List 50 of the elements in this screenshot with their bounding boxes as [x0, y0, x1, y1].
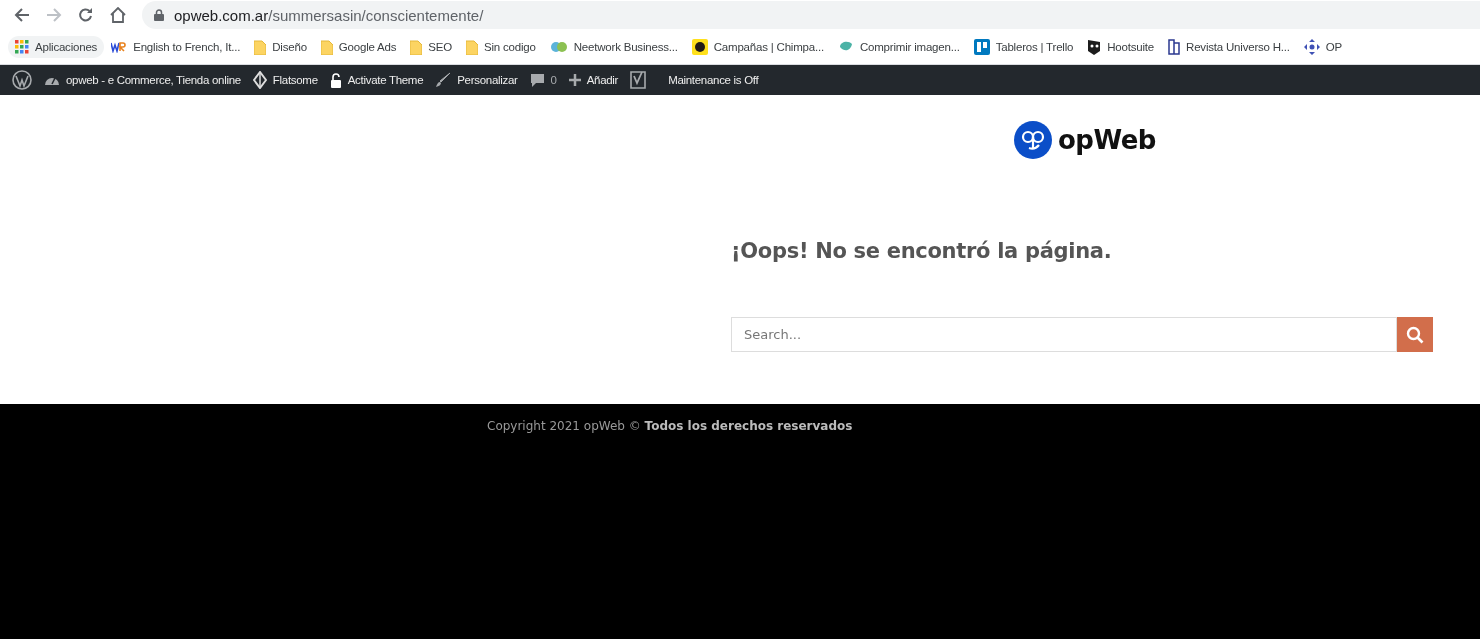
folder-icon — [254, 39, 267, 55]
bookmark[interactable]: Comprimir imagen... — [830, 35, 967, 59]
comment-icon — [529, 72, 545, 88]
bookmark[interactable]: Tableros | Trello — [966, 35, 1081, 59]
address-bar[interactable]: opweb.com.ar/summersasin/conscientemente/ — [142, 1, 1480, 29]
diamond-icon — [252, 71, 267, 89]
error-heading: ¡Oops! No se encontró la página. — [731, 239, 1113, 263]
wr-logo-icon — [111, 41, 128, 53]
bookmark[interactable]: Diseño — [247, 35, 314, 59]
admin-bar-item[interactable]: Personalizar — [429, 65, 524, 95]
bookmark[interactable]: Sin codigo — [459, 35, 543, 59]
owl-icon — [1087, 39, 1102, 55]
bookmark[interactable]: SEO — [403, 35, 459, 59]
bookmark[interactable]: Google Ads — [313, 35, 404, 59]
admin-bar-item[interactable]: 0 — [523, 65, 563, 95]
logo-icon — [1014, 121, 1052, 159]
bookmark[interactable]: Neetwork Business... — [542, 37, 685, 57]
bookmark[interactable]: Campañas | Chimpa... — [684, 35, 831, 59]
copyright-text: Copyright 2021 opWeb © Todos los derechos reservados — [487, 419, 853, 433]
folder-icon — [410, 39, 423, 55]
reload-icon — [78, 7, 94, 23]
lock-icon — [154, 9, 164, 21]
plus-icon — [568, 74, 581, 86]
admin-bar-item[interactable]: Añadir — [562, 65, 625, 95]
admin-bar-item[interactable]: Maintenance is Off — [652, 65, 765, 95]
folder-icon — [320, 39, 333, 55]
board-icon — [973, 39, 990, 55]
logo-text: opWeb — [1058, 125, 1156, 155]
back-arrow-icon — [14, 7, 30, 23]
search-button[interactable] — [1397, 317, 1433, 352]
home-icon — [109, 7, 127, 23]
search-field[interactable]: Search... — [731, 317, 1397, 352]
four-arrows-icon — [1303, 39, 1320, 55]
brush-icon — [435, 72, 452, 88]
bookmark[interactable]: Aplicaciones — [8, 36, 105, 58]
bookmark[interactable]: OP — [1296, 35, 1350, 59]
admin-bar-item[interactable]: Flatsome — [246, 65, 324, 95]
bookmark[interactable]: Revista Universo H... — [1161, 35, 1297, 59]
apps-grid-icon — [15, 40, 29, 54]
bookmark[interactable]: English to French, It... — [104, 37, 248, 57]
search-icon — [1406, 325, 1424, 344]
bookmark[interactable]: Hootsuite — [1080, 35, 1162, 59]
forward-arrow-icon — [46, 7, 62, 23]
admin-bar-item[interactable]: Activate Theme — [323, 65, 430, 95]
lock-icon — [329, 72, 342, 88]
url-text: opweb.com.ar/summersasin/conscientemente/ — [174, 6, 484, 24]
folder-icon — [466, 39, 478, 55]
document-icon — [1168, 39, 1181, 55]
admin-bar-item[interactable]: opweb - e Commerce, Tienda online — [38, 65, 247, 95]
site-logo[interactable]: opWeb — [1014, 121, 1156, 159]
